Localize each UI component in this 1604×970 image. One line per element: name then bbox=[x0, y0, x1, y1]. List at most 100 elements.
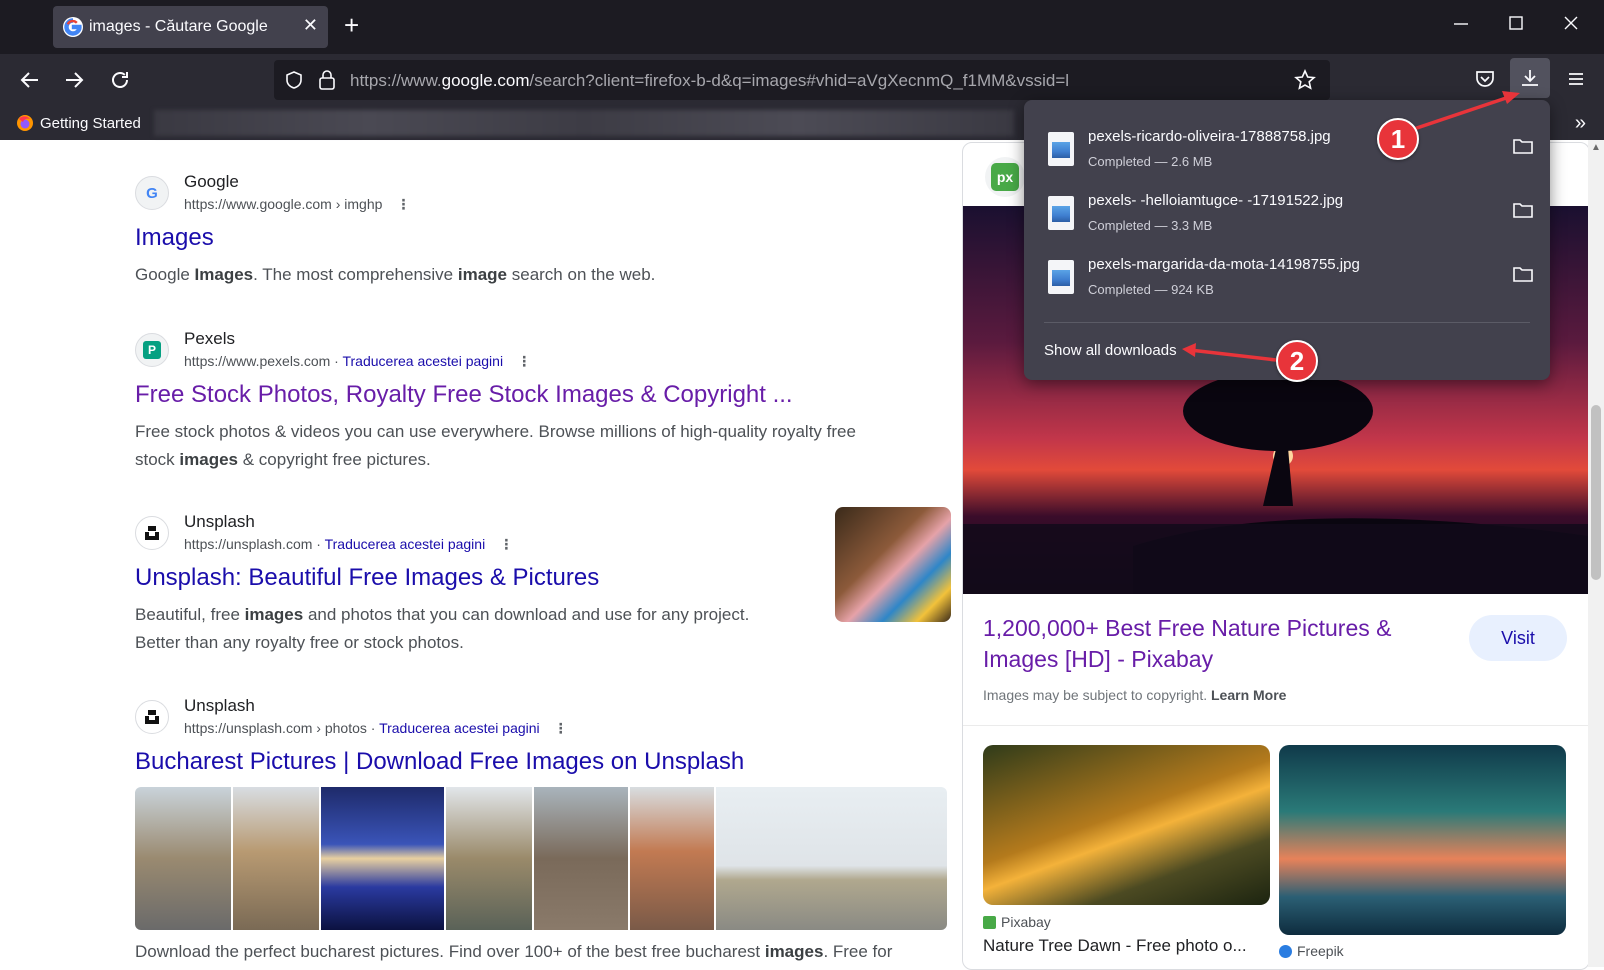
folder-icon[interactable] bbox=[1512, 200, 1534, 220]
folder-icon[interactable] bbox=[1512, 264, 1534, 284]
related-image[interactable] bbox=[1279, 745, 1566, 935]
download-filename: pexels-margarida-da-mota-14198755.jpg bbox=[1088, 256, 1360, 273]
firefox-logo-icon bbox=[17, 115, 33, 131]
downloads-panel: pexels-ricardo-oliveira-17888758.jpg Com… bbox=[1024, 100, 1550, 380]
pixabay-mini-icon bbox=[983, 916, 996, 929]
result-thumbnail[interactable] bbox=[835, 507, 951, 622]
site-url[interactable]: https://unsplash.com › photos · Traducer… bbox=[184, 720, 568, 737]
show-all-downloads-link[interactable]: Show all downloads bbox=[1044, 342, 1177, 359]
pocket-icon[interactable] bbox=[1474, 68, 1496, 90]
download-item[interactable]: pexels- -helloiamtugce- -17191522.jpg Co… bbox=[1044, 190, 1534, 250]
site-name: Google bbox=[184, 172, 239, 191]
result-title-link[interactable]: Bucharest Pictures | Download Free Image… bbox=[135, 748, 744, 776]
download-filename: pexels- -helloiamtugce- -17191522.jpg bbox=[1088, 192, 1344, 209]
snippet-text: Free stock photos & videos you can use e… bbox=[135, 422, 856, 441]
bucharest-image[interactable] bbox=[320, 787, 445, 930]
result-snippet: Google Images. The most comprehensive im… bbox=[135, 261, 875, 289]
bookmark-star-icon[interactable] bbox=[1294, 69, 1316, 91]
image-file-icon bbox=[1048, 196, 1074, 230]
tab-google-search[interactable]: images - Căutare Google ✕ bbox=[53, 6, 328, 48]
divider bbox=[1044, 322, 1530, 323]
close-window-icon[interactable] bbox=[1562, 14, 1580, 32]
site-url[interactable]: https://www.pexels.com · Traducerea aces… bbox=[184, 353, 531, 370]
url-text[interactable]: https://www.google.com/search?client=fir… bbox=[350, 71, 1069, 91]
translate-link[interactable]: Traducerea acestei pagini bbox=[379, 720, 540, 736]
translate-link[interactable]: Traducerea acestei pagini bbox=[342, 353, 503, 369]
scrollbar-thumb[interactable] bbox=[1591, 405, 1601, 580]
url-path: /search?client=firefox-b-d&q=images#vhid… bbox=[529, 71, 1070, 90]
learn-more-link[interactable]: Learn More bbox=[1211, 687, 1286, 703]
scroll-up-icon[interactable]: ▲ bbox=[1591, 142, 1601, 153]
snippet-bold: images bbox=[244, 605, 304, 624]
bookmarks-overflow-icon[interactable]: » bbox=[1575, 112, 1586, 135]
freepik-mini-icon bbox=[1279, 945, 1292, 958]
more-options-icon[interactable]: ⋮ bbox=[499, 536, 513, 552]
bucharest-image[interactable] bbox=[629, 787, 714, 930]
unsplash-site-icon bbox=[135, 700, 169, 734]
google-site-icon: G bbox=[135, 176, 169, 210]
site-url[interactable]: https://www.google.com › imghp ⋮ bbox=[184, 196, 410, 213]
copyright-notice: Images may be subject to copyright. Lear… bbox=[983, 687, 1286, 703]
site-name: Pexels bbox=[184, 329, 236, 348]
back-arrow-icon[interactable] bbox=[18, 68, 42, 92]
bucharest-image[interactable] bbox=[534, 787, 628, 930]
bucharest-image[interactable] bbox=[135, 787, 231, 930]
navigation-toolbar: https://www.google.com/search?client=fir… bbox=[0, 54, 1604, 106]
image-file-icon bbox=[1048, 132, 1074, 166]
result-title-link[interactable]: Images bbox=[135, 224, 214, 252]
more-options-icon[interactable]: ⋮ bbox=[554, 720, 568, 736]
more-options-icon[interactable]: ⋮ bbox=[396, 196, 410, 212]
url-domain: google.com bbox=[441, 71, 530, 90]
snippet-bold: Images bbox=[194, 265, 254, 284]
translate-link[interactable]: Traducerea acestei pagini bbox=[325, 536, 486, 552]
bucharest-image[interactable] bbox=[715, 787, 947, 930]
image-strip bbox=[135, 787, 947, 930]
bucharest-image[interactable] bbox=[446, 787, 533, 930]
download-status: Completed — 924 KB bbox=[1088, 282, 1214, 297]
snippet-text: Better than any royalty free or stock ph… bbox=[135, 633, 464, 652]
lock-icon[interactable] bbox=[318, 69, 336, 91]
visit-button[interactable]: Visit bbox=[1469, 615, 1567, 661]
source-name: Freepik bbox=[1297, 943, 1344, 959]
tab-title: images - Căutare Google bbox=[89, 18, 268, 35]
pexels-site-icon: P bbox=[135, 333, 169, 367]
folder-icon[interactable] bbox=[1512, 136, 1534, 156]
new-tab-icon[interactable]: + bbox=[344, 12, 359, 38]
snippet-text: and photos that you can download and use… bbox=[303, 605, 750, 624]
image-source[interactable]: Pixabay bbox=[983, 914, 1051, 930]
bookmark-getting-started[interactable]: Getting Started bbox=[40, 115, 141, 132]
result-snippet: Free stock photos & videos you can use e… bbox=[135, 418, 895, 474]
download-status: Completed — 3.3 MB bbox=[1088, 218, 1213, 233]
source-name: Pixabay bbox=[1001, 914, 1051, 930]
maximize-icon[interactable] bbox=[1507, 14, 1525, 32]
downloads-button[interactable] bbox=[1510, 58, 1550, 98]
download-item[interactable]: pexels-margarida-da-mota-14198755.jpg Co… bbox=[1044, 254, 1534, 314]
snippet-text: Google bbox=[135, 265, 195, 284]
download-item[interactable]: pexels-ricardo-oliveira-17888758.jpg Com… bbox=[1044, 126, 1534, 186]
panel-title-link[interactable]: 1,200,000+ Best Free Nature Pictures & I… bbox=[983, 613, 1413, 675]
result-snippet: Beautiful, free images and photos that y… bbox=[135, 601, 875, 657]
page-scrollbar[interactable]: ▲ bbox=[1588, 140, 1604, 967]
minimize-icon[interactable] bbox=[1452, 14, 1470, 32]
result-title-link[interactable]: Free Stock Photos, Royalty Free Stock Im… bbox=[135, 381, 793, 409]
reload-icon[interactable] bbox=[108, 68, 132, 92]
address-bar[interactable]: https://www.google.com/search?client=fir… bbox=[274, 60, 1330, 100]
snippet-text: stock bbox=[135, 450, 180, 469]
image-caption[interactable]: Nature Tree Dawn - Free photo o... bbox=[983, 936, 1247, 956]
related-image[interactable] bbox=[983, 745, 1270, 905]
tracking-shield-icon[interactable] bbox=[284, 70, 304, 90]
image-source[interactable]: Freepik bbox=[1279, 943, 1344, 959]
download-filename: pexels-ricardo-oliveira-17888758.jpg bbox=[1088, 128, 1331, 145]
more-options-icon[interactable]: ⋮ bbox=[517, 353, 531, 369]
annotation-badge-1: 1 bbox=[1377, 118, 1419, 160]
snippet-text: Download the perfect bucharest pictures.… bbox=[135, 942, 765, 961]
site-url[interactable]: https://unsplash.com · Traducerea aceste… bbox=[184, 536, 513, 553]
tab-close-icon[interactable]: ✕ bbox=[303, 15, 318, 36]
url-text: https://unsplash.com › photos bbox=[184, 720, 367, 736]
url-text: https://www.pexels.com bbox=[184, 353, 331, 369]
annotation-badge-2: 2 bbox=[1276, 340, 1318, 382]
forward-arrow-icon[interactable] bbox=[62, 68, 86, 92]
menu-hamburger-icon[interactable] bbox=[1566, 69, 1586, 89]
result-title-link[interactable]: Unsplash: Beautiful Free Images & Pictur… bbox=[135, 564, 599, 592]
bucharest-image[interactable] bbox=[232, 787, 319, 930]
